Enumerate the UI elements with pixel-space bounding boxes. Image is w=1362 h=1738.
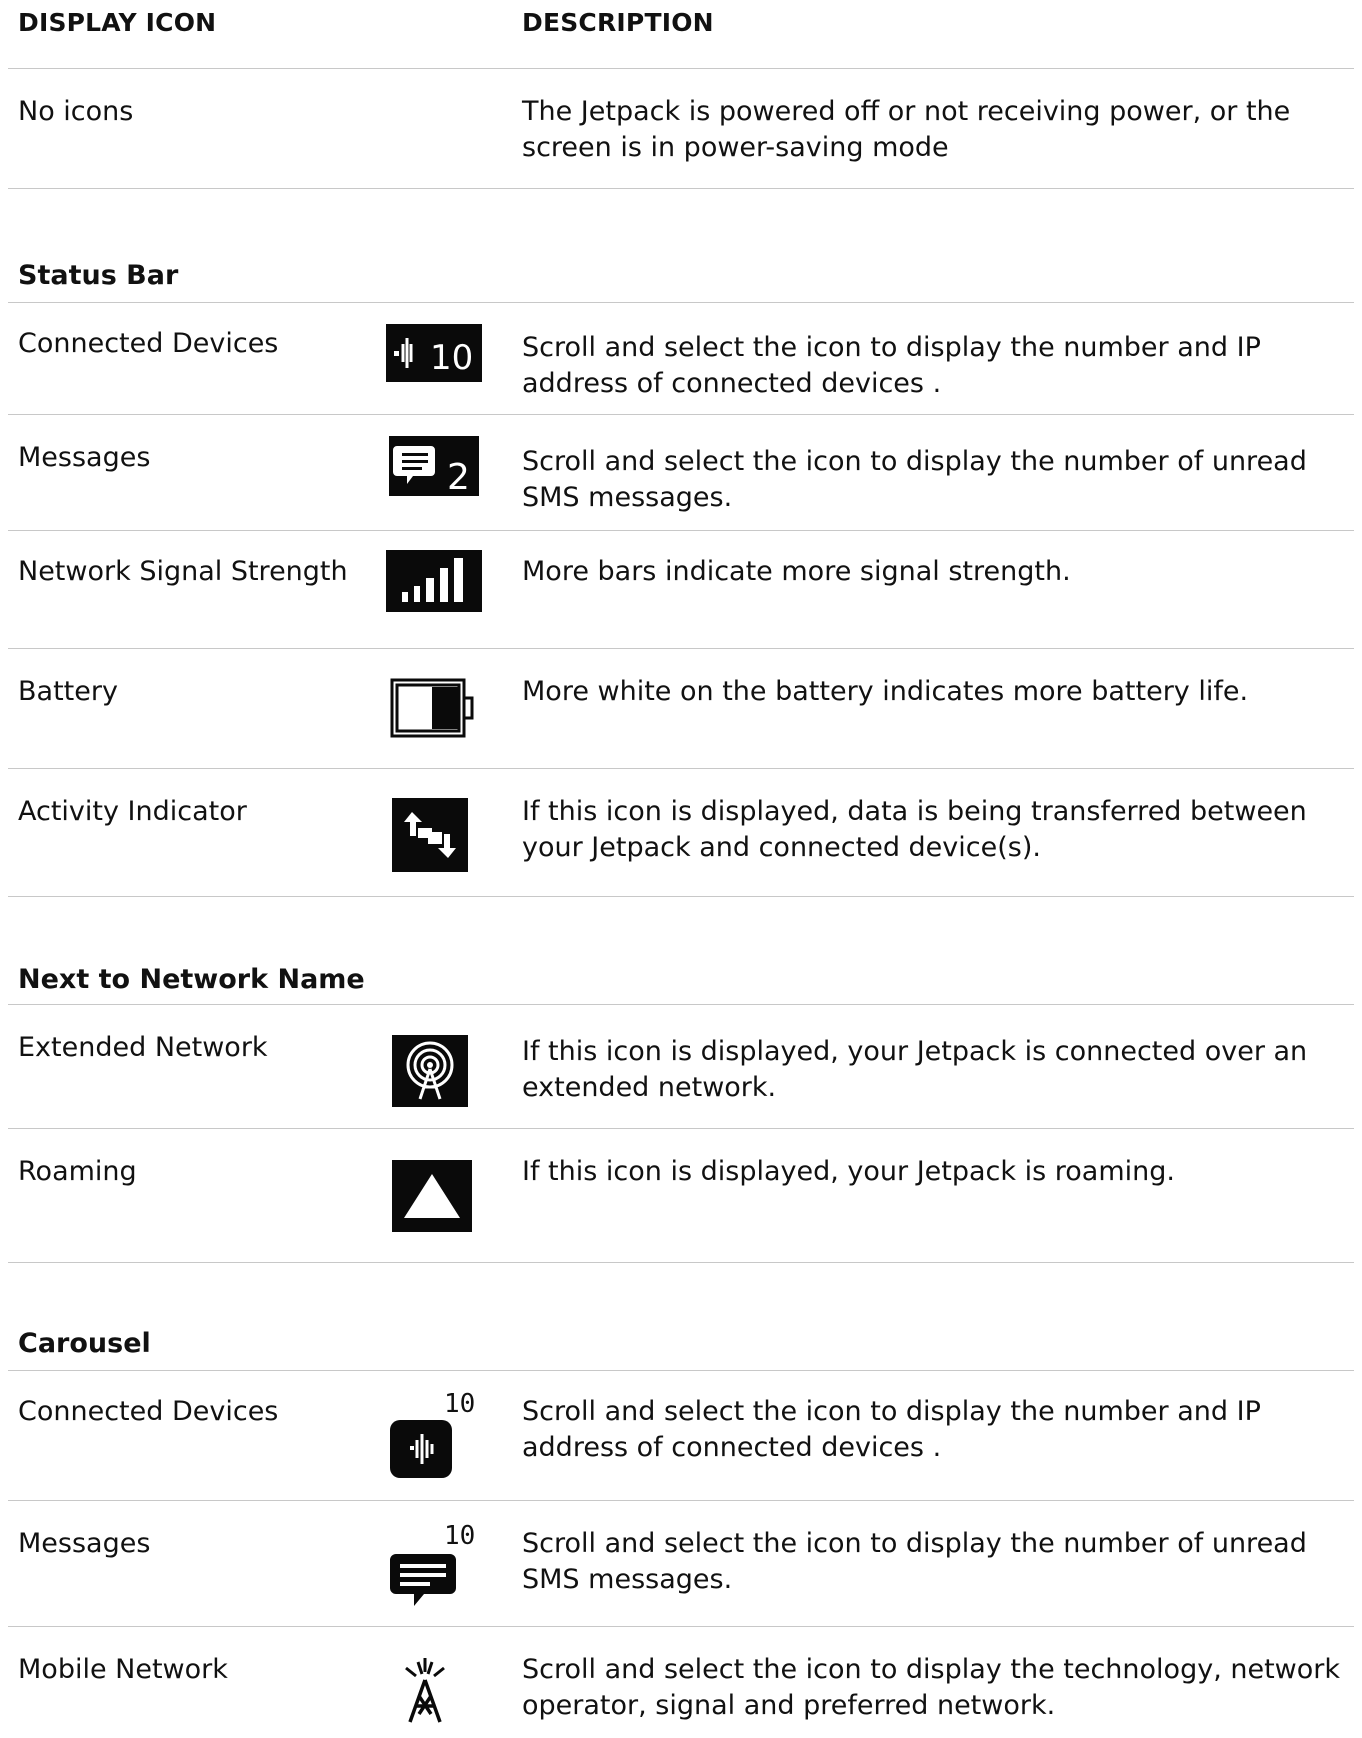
connected-devices-icon: 10 (388, 1390, 484, 1482)
divider (8, 1004, 1354, 1005)
divider (8, 188, 1354, 189)
carousel-message-count: 10 (444, 1522, 475, 1551)
section-title-status-bar: Status Bar (18, 260, 179, 291)
divider (8, 1626, 1354, 1627)
row-desc-roaming: If this icon is displayed, your Jetpack … (522, 1156, 1175, 1187)
row-name-carousel-connected-devices: Connected Devices (18, 1396, 279, 1427)
extended-network-icon (392, 1035, 468, 1107)
row-name-battery: Battery (18, 676, 118, 707)
message-count: 2 (447, 457, 470, 496)
divider (8, 1128, 1354, 1129)
row-name-extended-network: Extended Network (18, 1032, 268, 1063)
row-desc-activity-indicator: If this icon is displayed, data is being… (522, 796, 1307, 863)
icon-reference-table: DISPLAY ICON DESCRIPTION No icons The Je… (0, 0, 1362, 1738)
activity-indicator-icon (392, 798, 468, 872)
message-icon: 2 (389, 436, 479, 496)
row-name-messages: Messages (18, 442, 151, 473)
row-desc-carousel-connected-devices: Scroll and select the icon to display th… (522, 1396, 1261, 1463)
divider (8, 648, 1354, 649)
connected-devices-icon: 10 (386, 324, 482, 382)
column-header-display-icon: DISPLAY ICON (18, 8, 217, 37)
divider (8, 1370, 1354, 1371)
divider (8, 896, 1354, 897)
divider (8, 530, 1354, 531)
section-title-next-to-network-name: Next to Network Name (18, 964, 365, 995)
row-name-network-signal-strength: Network Signal Strength (18, 556, 348, 587)
column-header-description: DESCRIPTION (522, 8, 714, 37)
row-desc-connected-devices: Scroll and select the icon to display th… (522, 332, 1261, 399)
connected-devices-count: 10 (430, 338, 473, 378)
signal-strength-icon (386, 550, 482, 612)
mobile-network-icon (398, 1656, 452, 1726)
divider (8, 768, 1354, 769)
row-desc-battery: More white on the battery indicates more… (522, 676, 1249, 707)
row-name-mobile-network: Mobile Network (18, 1654, 228, 1685)
carousel-connected-devices-count: 10 (444, 1390, 475, 1419)
row-desc-mobile-network: Scroll and select the icon to display th… (522, 1654, 1341, 1721)
row-name-roaming: Roaming (18, 1156, 137, 1187)
roaming-icon (392, 1160, 472, 1232)
divider (8, 68, 1354, 69)
row-desc-messages: Scroll and select the icon to display th… (522, 446, 1307, 513)
row-name-carousel-messages: Messages (18, 1528, 151, 1559)
row-desc-extended-network: If this icon is displayed, your Jetpack … (522, 1036, 1308, 1103)
row-name-no-icons: No icons (18, 96, 134, 127)
message-icon: 10 (388, 1522, 484, 1614)
battery-icon (390, 678, 476, 740)
row-desc-no-icons: The Jetpack is powered off or not receiv… (522, 96, 1291, 163)
divider (8, 1262, 1354, 1263)
divider (8, 302, 1354, 303)
divider (8, 1500, 1354, 1501)
section-title-carousel: Carousel (18, 1328, 151, 1359)
row-desc-carousel-messages: Scroll and select the icon to display th… (522, 1528, 1307, 1595)
row-name-activity-indicator: Activity Indicator (18, 796, 247, 827)
row-desc-network-signal-strength: More bars indicate more signal strength. (522, 556, 1071, 587)
row-name-connected-devices: Connected Devices (18, 328, 279, 359)
divider (8, 414, 1354, 415)
